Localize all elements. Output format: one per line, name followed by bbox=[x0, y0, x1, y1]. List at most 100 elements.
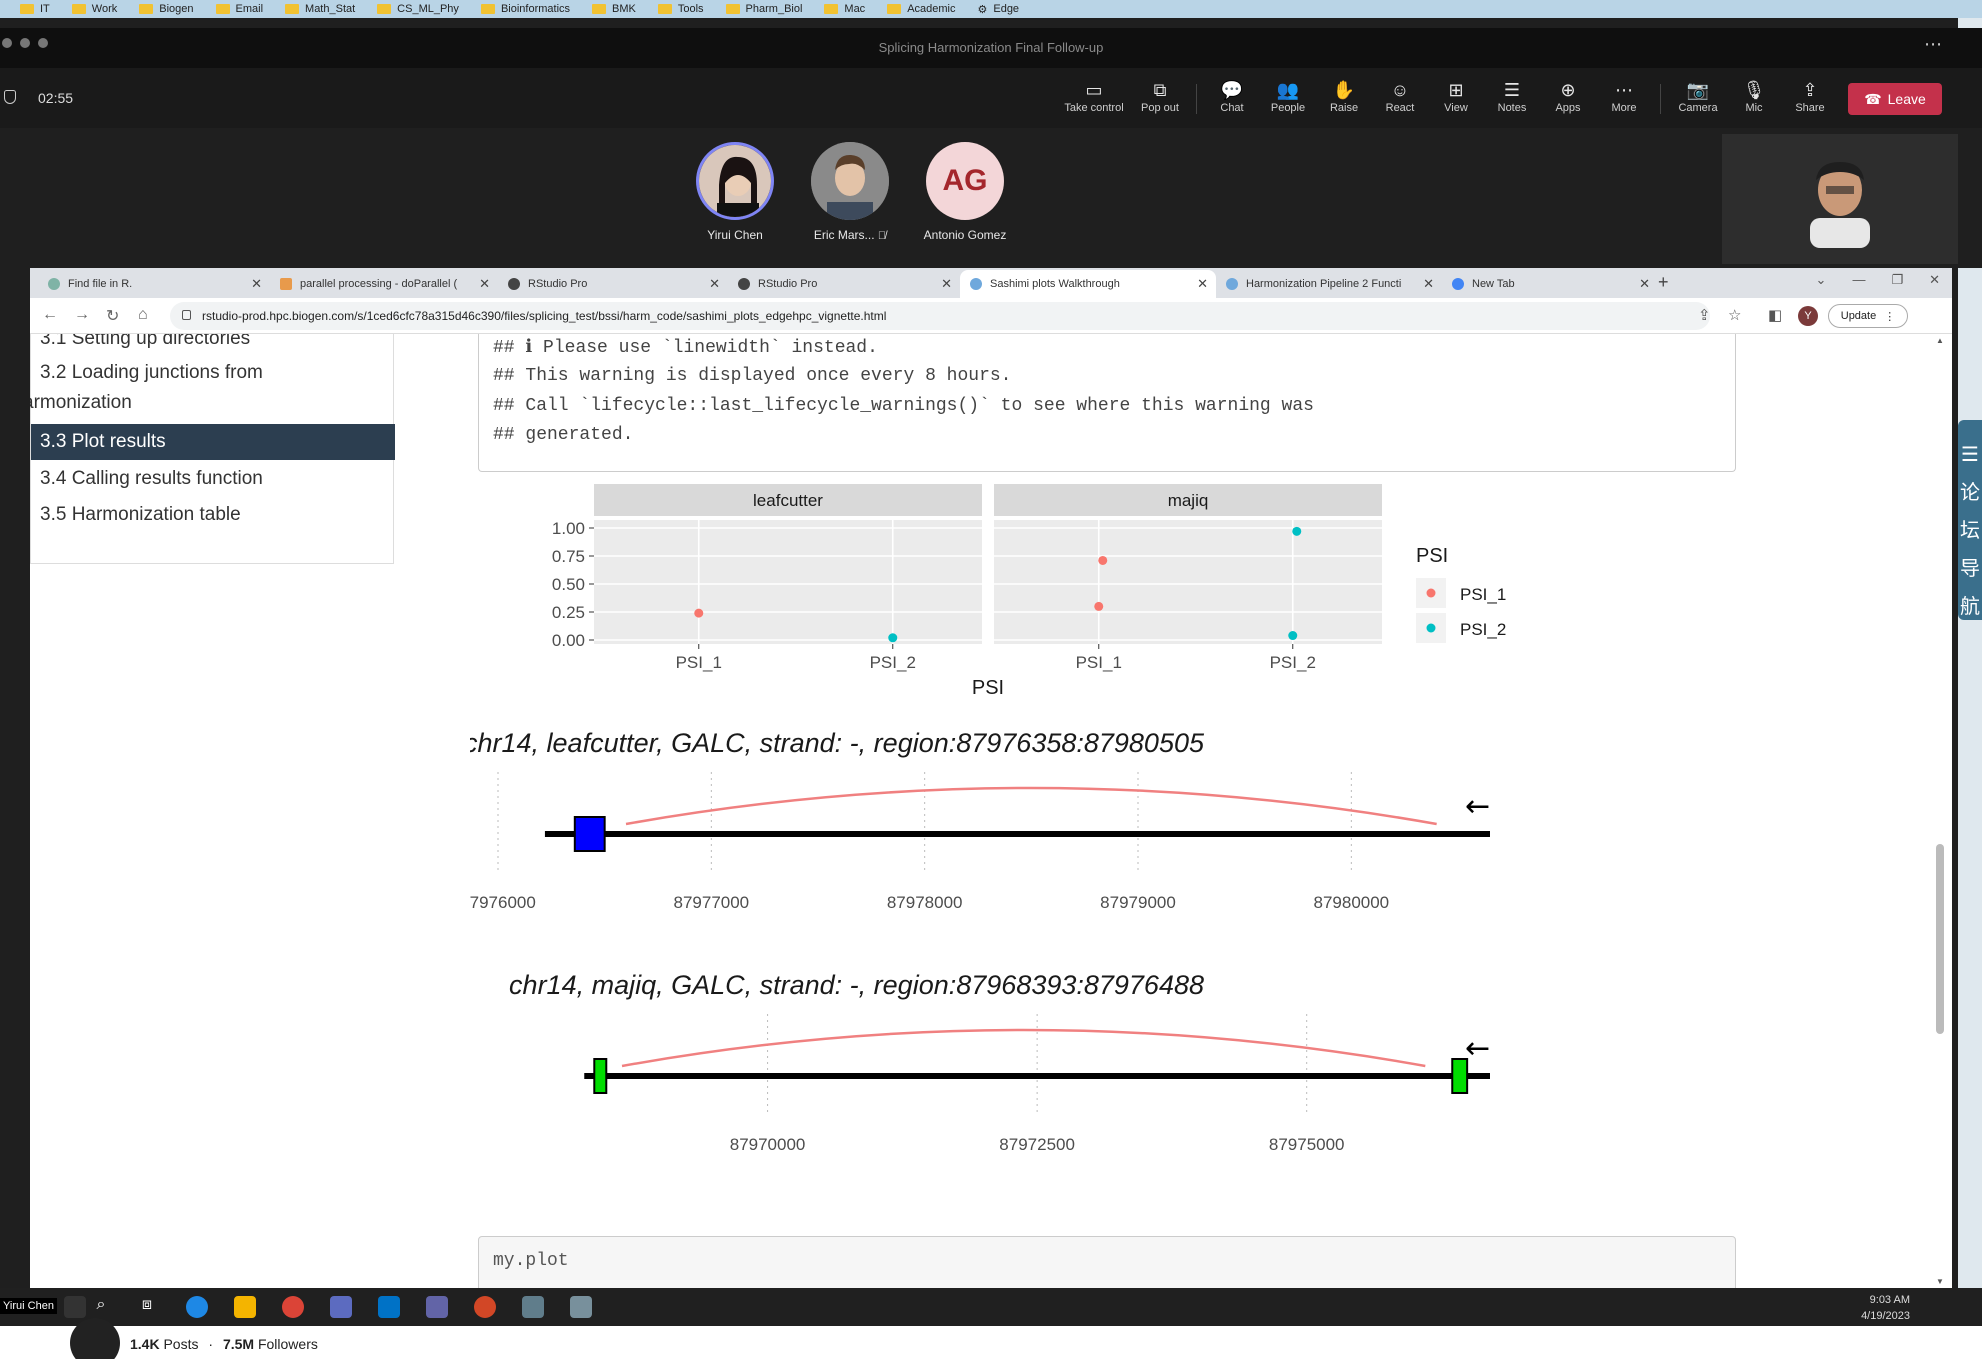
chat-button[interactable]: 💬 Chat bbox=[1202, 78, 1262, 114]
bookmark-folder[interactable]: Academic bbox=[887, 3, 955, 15]
outlook-icon[interactable] bbox=[378, 1296, 400, 1318]
scroll-down-icon[interactable]: ▼ bbox=[1936, 1277, 1944, 1286]
teams-icon[interactable] bbox=[426, 1296, 448, 1318]
snipping-tool-icon[interactable] bbox=[522, 1296, 544, 1318]
tab-strip: Find file in R. ✕ parallel processing - d… bbox=[30, 268, 1952, 298]
close-icon[interactable]: ✕ bbox=[1639, 276, 1650, 292]
participant-tile[interactable]: AG Antonio Gomez bbox=[910, 142, 1020, 242]
toc-item[interactable]: 3.1 Setting up directories bbox=[31, 334, 395, 354]
profile-avatar[interactable]: Y bbox=[1798, 306, 1818, 326]
close-icon[interactable]: ✕ bbox=[941, 276, 952, 292]
close-icon[interactable]: ✕ bbox=[1929, 272, 1940, 288]
meeting-timer: 02:55 bbox=[38, 90, 74, 106]
toc-item[interactable]: 3.5 Harmonization table bbox=[31, 500, 395, 530]
calculator-icon[interactable] bbox=[570, 1296, 592, 1318]
reload-icon[interactable]: ↻ bbox=[106, 306, 119, 326]
menu-icon: ☰ bbox=[1961, 444, 1979, 466]
side-widget[interactable]: ☰ 论 坛 导 航 bbox=[1958, 420, 1982, 620]
update-button[interactable]: Update ⋮ bbox=[1828, 304, 1908, 328]
toc-item-active[interactable]: 3.3 Plot results bbox=[31, 424, 395, 460]
bookmark-folder[interactable]: Tools bbox=[657, 3, 704, 15]
page-icon bbox=[1226, 278, 1238, 290]
bookmark-folder[interactable]: Math_Stat bbox=[285, 3, 355, 15]
bookmark-edge[interactable]: ⚙ Edge bbox=[977, 3, 1019, 16]
minimize-icon[interactable]: — bbox=[1852, 272, 1865, 288]
folder-icon bbox=[824, 4, 839, 14]
scroll-up-icon[interactable]: ▲ bbox=[1936, 336, 1944, 345]
back-icon[interactable]: ← bbox=[42, 306, 58, 324]
react-button[interactable]: ☺ React bbox=[1370, 78, 1430, 114]
star-icon[interactable]: ☆ bbox=[1728, 306, 1741, 324]
chrome-icon[interactable] bbox=[282, 1296, 304, 1318]
participant-tile[interactable]: Yirui Chen bbox=[680, 142, 790, 242]
taskbar: Yirui Chen ⌕ ⧈ 9:03 AM 4/19/2023 bbox=[0, 1288, 1982, 1326]
toc-item-continued[interactable]: armonization bbox=[30, 388, 387, 418]
take-control-button[interactable]: ▭ Take control bbox=[1064, 78, 1124, 114]
store-icon[interactable] bbox=[330, 1296, 352, 1318]
ellipsis-icon: ⋯ bbox=[1615, 80, 1633, 100]
bookmark-folder[interactable]: CS_ML_Phy bbox=[377, 3, 459, 15]
task-view-icon[interactable]: ⧈ bbox=[136, 1296, 158, 1318]
toc-item[interactable]: 3.4 Calling results function bbox=[31, 464, 395, 494]
meeting-toolbar: 02:55 ▭ Take control ⧉ Pop out 💬 Chat 👥 Peop… bbox=[0, 68, 1982, 128]
browser-tab[interactable]: Find file in R. ✕ bbox=[38, 270, 270, 298]
bookmark-folder[interactable]: Pharm_Biol bbox=[725, 3, 802, 15]
x-tick-label: PSI_1 bbox=[1076, 653, 1122, 672]
share-icon[interactable]: ⇪ bbox=[1698, 306, 1711, 324]
scrollbar[interactable]: ▲ ▼ bbox=[1928, 334, 1952, 1288]
apps-button[interactable]: ⊕ Apps bbox=[1538, 78, 1598, 114]
close-icon[interactable]: ✕ bbox=[251, 276, 262, 292]
y-tick-label: 0.50 bbox=[552, 575, 585, 594]
code-input-block: my.plot bbox=[478, 1236, 1736, 1288]
browser-tab[interactable]: parallel processing - doParallel (✕ bbox=[270, 270, 498, 298]
camera-button[interactable]: 📷 Camera bbox=[1668, 78, 1728, 114]
edge-icon[interactable] bbox=[186, 1296, 208, 1318]
meeting-title: Splicing Harmonization Final Follow-up bbox=[878, 40, 1104, 55]
participant-tile[interactable]: Eric Mars... 🎙̸ bbox=[795, 142, 905, 242]
pop-out-button[interactable]: ⧉ Pop out bbox=[1130, 78, 1190, 114]
search-icon[interactable]: ⌕ bbox=[90, 1296, 112, 1318]
browser-tab-active[interactable]: Sashimi plots Walkthrough ✕ bbox=[960, 270, 1216, 298]
bookmark-folder[interactable]: Work bbox=[71, 3, 117, 15]
raise-hand-button[interactable]: ✋ Raise bbox=[1314, 78, 1374, 114]
view-button[interactable]: ⊞ View bbox=[1426, 78, 1486, 114]
share-button[interactable]: ⇪ Share bbox=[1780, 78, 1840, 114]
close-icon[interactable]: ✕ bbox=[479, 276, 490, 292]
system-clock[interactable]: 9:03 AM 4/19/2023 bbox=[1861, 1292, 1910, 1324]
new-tab-button[interactable]: + bbox=[1658, 272, 1669, 293]
sidebar-icon[interactable]: ◧ bbox=[1768, 306, 1782, 324]
restore-icon[interactable]: ❐ bbox=[1891, 272, 1903, 288]
browser-tab[interactable]: RStudio Pro ✕ bbox=[728, 270, 960, 298]
close-icon[interactable]: ✕ bbox=[1423, 276, 1434, 292]
bookmark-folder[interactable]: Mac bbox=[824, 3, 865, 15]
bookmark-folder[interactable]: Email bbox=[215, 3, 263, 15]
people-button[interactable]: 👥 People bbox=[1258, 78, 1318, 114]
avatar-initials: AG bbox=[926, 142, 1004, 220]
browser-tab[interactable]: Harmonization Pipeline 2 Functi ✕ bbox=[1216, 270, 1442, 298]
more-button[interactable]: ⋯ More bbox=[1594, 78, 1654, 114]
powerpoint-icon[interactable] bbox=[474, 1296, 496, 1318]
leave-button[interactable]: ☎ Leave bbox=[1848, 83, 1942, 115]
mic-button[interactable]: 🎙 Mic bbox=[1724, 78, 1784, 114]
url-field[interactable]: rstudio-prod.hpc.biogen.com/s/1ced6cfc78… bbox=[170, 302, 1710, 330]
chevron-down-icon[interactable]: ⌄ bbox=[1816, 272, 1827, 288]
bookmark-folder[interactable]: Bioinformatics bbox=[480, 3, 570, 15]
close-icon[interactable]: ✕ bbox=[1197, 276, 1208, 292]
notes-button[interactable]: ☰ Notes bbox=[1482, 78, 1542, 114]
bookmark-folder[interactable]: BMK bbox=[592, 3, 636, 15]
browser-tab[interactable]: RStudio Pro ✕ bbox=[498, 270, 728, 298]
close-icon[interactable]: ✕ bbox=[709, 276, 720, 292]
forward-icon[interactable]: → bbox=[74, 306, 90, 324]
browser-tab[interactable]: New Tab ✕ bbox=[1442, 270, 1658, 298]
start-icon[interactable] bbox=[64, 1296, 86, 1318]
sashimi-title: chr14, majiq, GALC, strand: -, region:87… bbox=[509, 970, 1204, 1000]
scrollbar-thumb[interactable] bbox=[1936, 844, 1944, 1034]
toc-item[interactable]: 3.2 Loading junctions from bbox=[31, 358, 395, 388]
bookmark-folder[interactable]: Biogen bbox=[139, 3, 194, 15]
self-video-tile[interactable] bbox=[1722, 134, 1958, 264]
bookmark-folder[interactable]: IT bbox=[20, 3, 50, 15]
more-icon[interactable]: ⋯ bbox=[1924, 34, 1942, 55]
home-icon[interactable]: ⌂ bbox=[138, 306, 148, 324]
file-explorer-icon[interactable] bbox=[234, 1296, 256, 1318]
folder-icon bbox=[657, 4, 672, 14]
